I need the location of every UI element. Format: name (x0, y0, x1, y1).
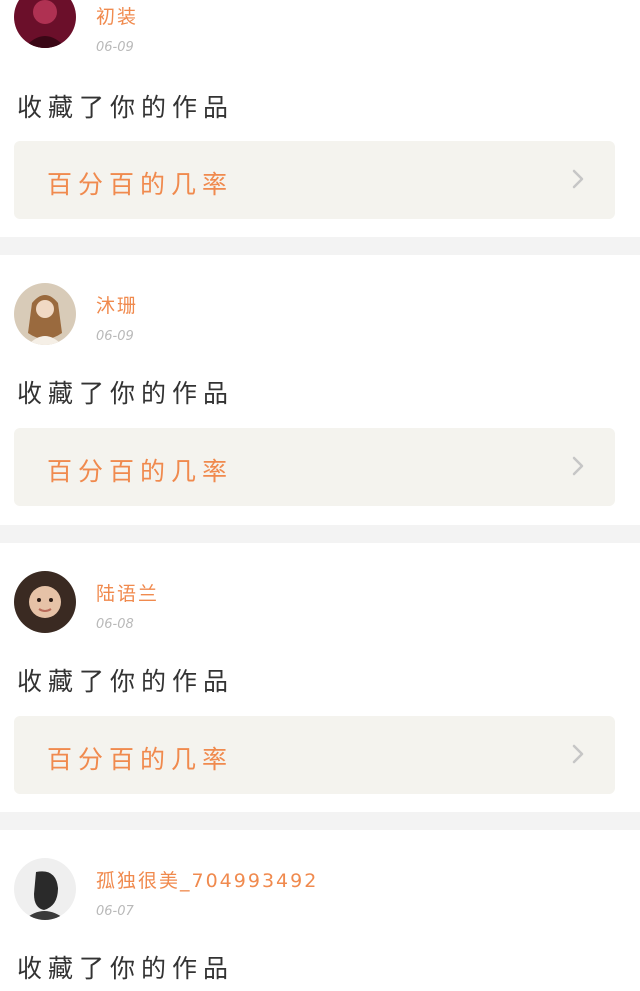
notification-text: 收藏了你的作品 (17, 379, 235, 408)
timestamp: 06-07 (96, 904, 134, 919)
notification-card: 陆语兰 06-08 收藏了你的作品 百分百的几率 (0, 543, 640, 812)
username[interactable]: 孤独很美_704993492 (96, 866, 318, 893)
notification-text: 收藏了你的作品 (17, 954, 235, 983)
notification-card: 沐珊 06-09 收藏了你的作品 百分百的几率 (0, 255, 640, 525)
username[interactable]: 沐珊 (96, 291, 138, 318)
avatar[interactable] (14, 283, 76, 345)
notification-card: 初装 06-09 收藏了你的作品 百分百的几率 (0, 0, 640, 237)
notification-text: 收藏了你的作品 (17, 667, 235, 696)
avatar[interactable] (14, 571, 76, 633)
work-title: 百分百的几率 (47, 745, 234, 774)
work-title: 百分百的几率 (47, 170, 234, 199)
work-link[interactable]: 百分百的几率 (14, 141, 615, 219)
chevron-right-icon (572, 744, 584, 764)
username[interactable]: 初装 (96, 2, 138, 29)
avatar[interactable] (14, 0, 76, 48)
timestamp: 06-09 (96, 329, 134, 344)
avatar-image (14, 858, 76, 920)
notification-feed: 初装 06-09 收藏了你的作品 百分百的几率 沐珊 06-09 收藏了你的作品… (0, 0, 640, 991)
avatar-image (14, 571, 76, 633)
timestamp: 06-09 (96, 40, 134, 55)
chevron-right-icon (572, 169, 584, 189)
work-title: 百分百的几率 (47, 457, 234, 486)
avatar[interactable] (14, 858, 76, 920)
notification-text: 收藏了你的作品 (17, 93, 235, 122)
notification-card: 孤独很美_704993492 06-07 收藏了你的作品 (0, 830, 640, 991)
chevron-right-icon (572, 456, 584, 476)
timestamp: 06-08 (96, 617, 134, 632)
avatar-image (14, 283, 76, 345)
avatar-image (14, 0, 76, 48)
work-link[interactable]: 百分百的几率 (14, 428, 615, 506)
work-link[interactable]: 百分百的几率 (14, 716, 615, 794)
username[interactable]: 陆语兰 (96, 579, 159, 606)
